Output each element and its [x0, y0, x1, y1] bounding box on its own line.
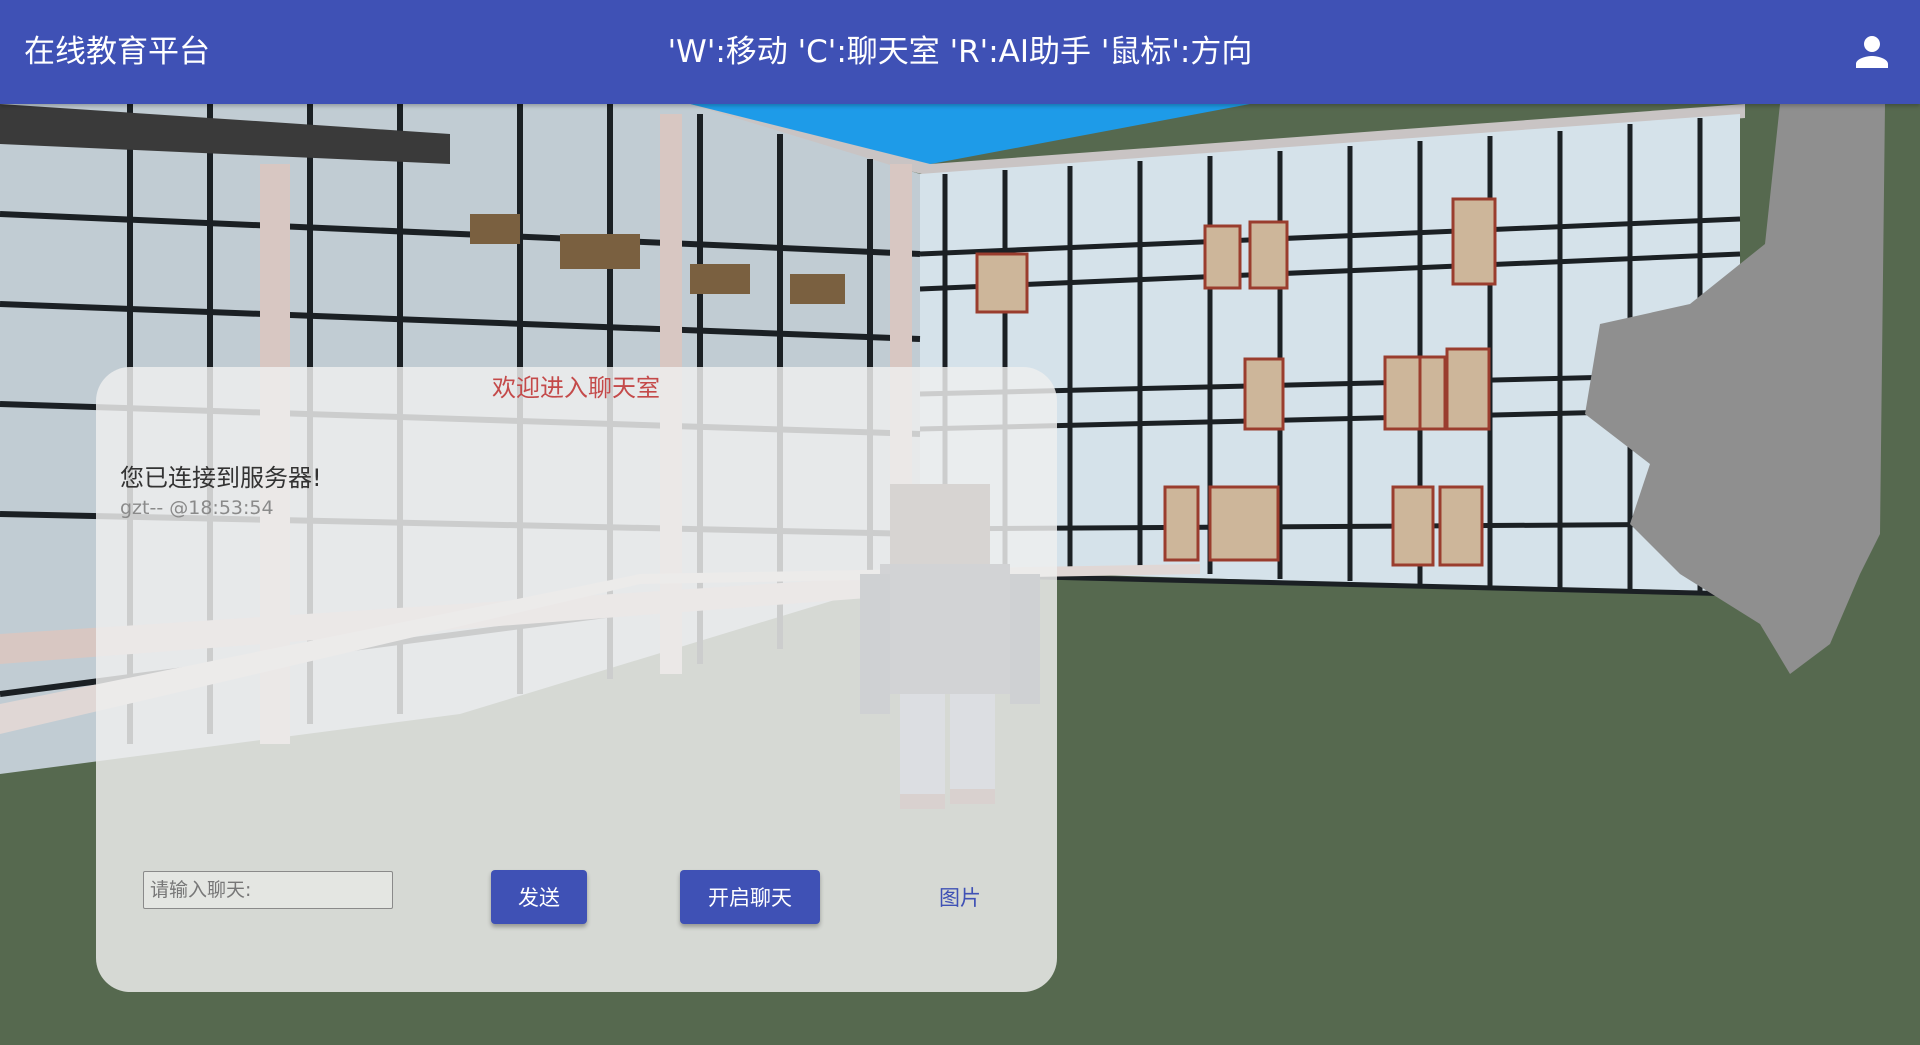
image-button[interactable]: 图片 — [910, 870, 1010, 924]
chat-message-meta: gzt-- @18:53:54 — [120, 497, 274, 519]
controls-hint: 'W':移动 'C':聊天室 'R':AI助手 '鼠标':方向 — [667, 34, 1253, 70]
chat-input[interactable] — [143, 871, 393, 909]
chat-message-text: 您已连接到服务器! — [120, 464, 322, 492]
chat-title: 欢迎进入聊天室 — [492, 374, 660, 402]
app-bar: 在线教育平台 'W':移动 'C':聊天室 'R':AI助手 '鼠标':方向 — [0, 0, 1920, 104]
account-icon[interactable] — [1848, 28, 1896, 76]
send-button[interactable]: 发送 — [491, 870, 587, 924]
start-chat-button[interactable]: 开启聊天 — [680, 870, 820, 924]
